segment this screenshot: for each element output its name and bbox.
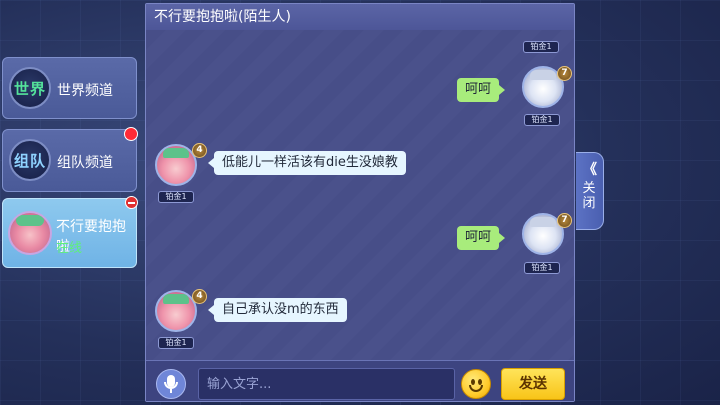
avatar-hair [16,215,44,226]
chat-title: 不行要抱抱啦(陌生人) [146,4,574,31]
contact-item-active[interactable]: 不行要抱抱啦 在线 [2,196,138,268]
level-badge: 7 [557,66,572,81]
channel-team-label: 组队频道 [57,155,113,171]
mic-leg [170,389,172,393]
remove-contact-icon[interactable] [125,196,138,209]
message-input[interactable] [198,368,455,400]
rank-badge: 铂金1 [158,337,194,349]
send-button[interactable]: 发送 [501,368,565,400]
close-label: 关闭 [582,181,596,211]
rank-badge: 铂金1 [524,114,560,126]
input-bar: 发送 [146,360,574,401]
emoji-mouth [469,385,483,392]
contact-status: 在线 [56,241,83,256]
channel-world[interactable]: 世界 世界频道 [2,57,137,119]
rank-badge: 铂金1 [158,191,194,203]
emoji-icon[interactable] [461,369,491,399]
contact-avatar [8,211,52,255]
avatar-hair [163,294,189,304]
double-chevron-left-icon: 《 [583,162,597,178]
channel-team[interactable]: 组队 组队频道 [2,127,138,192]
channel-world-label: 世界频道 [57,83,113,99]
level-badge: 4 [192,289,207,304]
message-bubble: 呵呵 [457,226,506,250]
avatar-hair [530,217,556,227]
avatar-hair [163,148,189,158]
microphone-icon[interactable] [156,369,186,399]
sender-avatar[interactable] [155,290,197,332]
message-bubble: 自己承认没m的东西 [208,298,347,322]
world-channel-icon: 世界 [9,67,51,109]
level-badge: 4 [192,143,207,158]
close-panel-button[interactable]: 《 关闭 [576,152,604,230]
message-bubble: 低能儿一样活该有die生没娘教 [208,151,406,175]
avatar-hair [530,70,556,80]
mic-stand [164,382,178,389]
message-bubble: 呵呵 [457,78,506,102]
rank-badge: 铂金1 [523,41,559,53]
rank-badge: 铂金1 [524,262,560,274]
sender-avatar[interactable] [155,144,197,186]
level-badge: 7 [557,213,572,228]
notification-dot [124,127,138,141]
chat-window: 不行要抱抱啦(陌生人) 铂金1 7 铂金1 呵呵 4 铂金1 低能儿一样活该有d… [145,3,575,402]
message-list[interactable]: 铂金1 7 铂金1 呵呵 4 铂金1 低能儿一样活该有die生没娘教 7 铂金1… [146,30,574,360]
team-channel-icon: 组队 [9,139,51,181]
